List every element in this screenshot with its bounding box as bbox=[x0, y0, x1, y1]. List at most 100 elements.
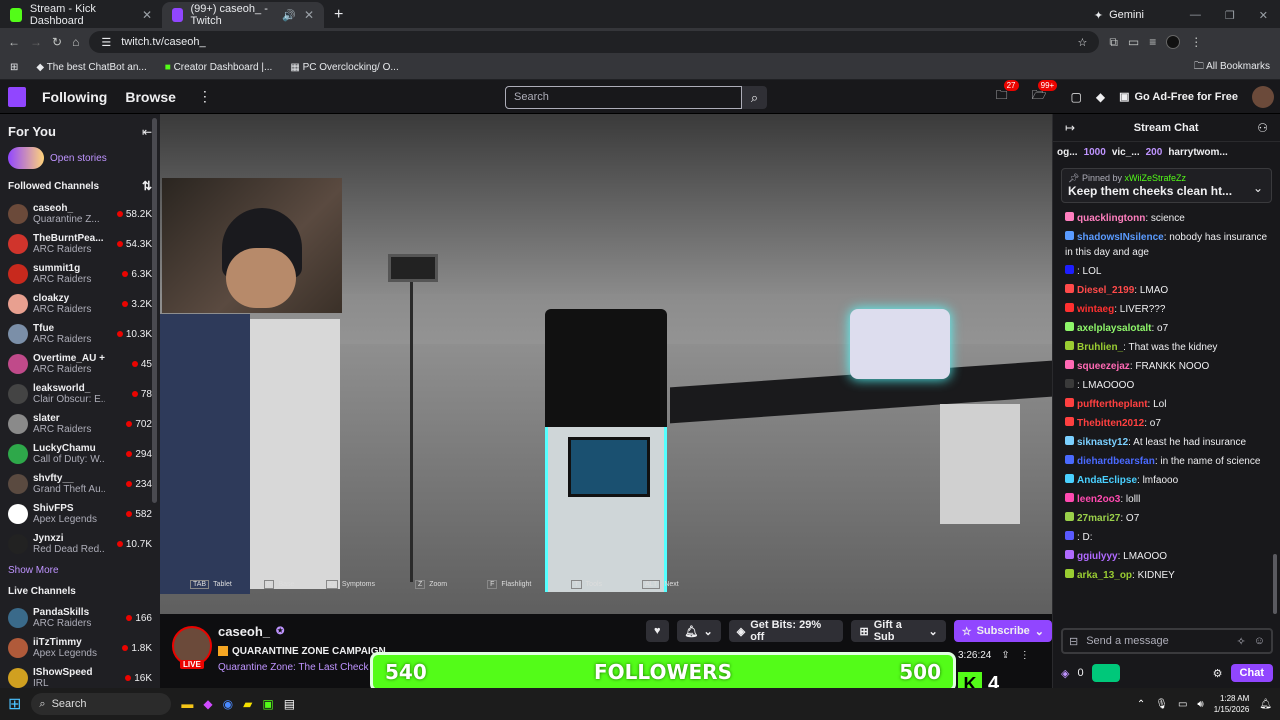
chat-username[interactable]: AndaEclipse bbox=[1077, 475, 1137, 486]
chat-username[interactable]: arka_13_op bbox=[1077, 570, 1132, 581]
sidebar-channel[interactable]: IShowSpeed IRL 16K bbox=[8, 663, 152, 688]
collapse-chat-icon[interactable]: ↦ bbox=[1065, 121, 1075, 135]
gemini-icon[interactable]: ✦ bbox=[1094, 9, 1103, 22]
follow-heart-button[interactable]: ♥ bbox=[646, 620, 669, 642]
chat-username[interactable]: wintaeg bbox=[1077, 304, 1114, 315]
app-icon[interactable]: ◆ bbox=[203, 697, 212, 711]
chat-username[interactable]: pufftertheplant bbox=[1077, 399, 1148, 410]
more-options-icon[interactable]: ⋮ bbox=[1020, 650, 1030, 661]
chat-send-button[interactable]: Chat bbox=[1230, 664, 1273, 682]
community-icon[interactable]: ⚇ bbox=[1257, 121, 1268, 135]
chat-username[interactable]: 27mari27 bbox=[1077, 513, 1120, 524]
sidebar-channel[interactable]: LuckyChamu Call of Duty: W... 294 bbox=[8, 439, 152, 469]
site-info-icon[interactable]: ☰ bbox=[101, 36, 111, 49]
forward-icon[interactable]: → bbox=[30, 35, 42, 49]
channel-points-icon[interactable]: ◈ bbox=[1061, 667, 1069, 680]
chrome-icon[interactable]: ◉ bbox=[223, 697, 233, 711]
search-input[interactable]: Search bbox=[505, 86, 742, 109]
inbox-icon[interactable]: 🗀 27 bbox=[996, 80, 1019, 107]
sidebar-channel[interactable]: TheBurntPea... ARC Raiders 54.3K bbox=[8, 229, 152, 259]
sidebar-channel[interactable]: Jynxzi Red Dead Red... 10.7K bbox=[8, 529, 152, 559]
all-bookmarks[interactable]: 🗀 All Bookmarks bbox=[1194, 59, 1270, 76]
profile-avatar[interactable] bbox=[1166, 35, 1181, 49]
tray-chevron-icon[interactable]: ⌃ bbox=[1137, 699, 1145, 710]
bookmark-creator-dashboard[interactable]: ■ Creator Dashboard |... bbox=[165, 62, 273, 73]
sidebar-channel[interactable]: Tfue ARC Raiders 10.3K bbox=[8, 319, 152, 349]
chat-bubble-icon[interactable]: ▢ bbox=[1071, 90, 1082, 104]
bits-cheer-icon[interactable]: ✧ bbox=[1237, 635, 1246, 648]
nav-browse[interactable]: Browse bbox=[125, 89, 176, 105]
chat-username[interactable]: leen2oo3 bbox=[1077, 494, 1120, 505]
sidebar-channel[interactable]: cloakzy ARC Raiders 3.2K bbox=[8, 289, 152, 319]
taskbar-search[interactable]: ⌕ Search bbox=[31, 693, 172, 715]
chat-username[interactable]: siknasty12 bbox=[1077, 437, 1128, 448]
chat-username[interactable]: shadowsINsilence bbox=[1077, 232, 1164, 243]
back-icon[interactable]: ← bbox=[8, 35, 20, 49]
clock[interactable]: 1:28 AM 1/15/2026 bbox=[1214, 693, 1250, 715]
sidebar-scrollbar[interactable] bbox=[152, 118, 157, 503]
twitch-logo-icon[interactable] bbox=[8, 86, 26, 107]
file-explorer-icon[interactable]: ▬ bbox=[181, 697, 193, 711]
sidebar-channel[interactable]: shvfty__ Grand Theft Au... 234 bbox=[8, 469, 152, 499]
chat-scrollbar[interactable] bbox=[1273, 554, 1277, 614]
windows-start-icon[interactable]: ⊞ bbox=[8, 694, 21, 714]
channel-points-claim-button[interactable] bbox=[1091, 664, 1120, 682]
user-avatar[interactable] bbox=[1252, 85, 1274, 108]
microphone-icon[interactable]: 🎙︎ bbox=[1155, 699, 1168, 710]
sidebar-channel[interactable]: slater ARC Raiders 702 bbox=[8, 409, 152, 439]
chat-username[interactable]: axelplaysalotalt bbox=[1077, 323, 1151, 334]
leaderboard-entry[interactable]: 1000 bbox=[1084, 147, 1106, 158]
chat-username[interactable]: Bruhlien_ bbox=[1077, 342, 1123, 353]
gift-sub-button[interactable]: ⊞ Gift a Sub ⌄ bbox=[851, 619, 946, 643]
leaderboard-entry[interactable]: og... bbox=[1057, 147, 1078, 158]
bookmark-chatbot[interactable]: ◆ The best ChatBot an... bbox=[36, 62, 146, 73]
chat-username[interactable]: Diesel_2199 bbox=[1077, 285, 1134, 296]
share-icon[interactable]: ⇪ bbox=[1001, 650, 1009, 661]
whispers-icon[interactable]: 🗁 99+ bbox=[1032, 80, 1058, 107]
gemini-label[interactable]: Gemini bbox=[1109, 9, 1144, 21]
video-player[interactable]: TAB Tablet B Base Q Symptoms Z Zoom F Fl… bbox=[160, 114, 1052, 614]
speaker-icon[interactable]: 🔊 bbox=[282, 9, 296, 22]
chat-username[interactable]: squeezejaz bbox=[1077, 361, 1130, 372]
new-tab-icon[interactable]: + bbox=[334, 6, 343, 24]
chat-username[interactable]: diehardbearsfan bbox=[1077, 456, 1155, 467]
minimize-icon[interactable]: — bbox=[1190, 9, 1201, 21]
volume-icon[interactable]: 🔊︎ bbox=[1197, 699, 1203, 710]
chat-username[interactable]: ggiulyyy bbox=[1077, 551, 1118, 562]
bits-icon[interactable]: ◆ bbox=[1096, 90, 1105, 104]
get-bits-button[interactable]: ◈ Get Bits: 29% off bbox=[728, 619, 844, 643]
url-field[interactable]: ☰ twitch.tv/caseoh_ ☆ bbox=[89, 31, 1100, 53]
leaderboard-entry[interactable]: harrytwom... bbox=[1168, 147, 1227, 158]
bookmark-star-icon[interactable]: ☆ bbox=[1077, 36, 1087, 49]
obs-icon[interactable]: ▣ bbox=[262, 697, 273, 711]
go-ad-free-button[interactable]: ▣ Go Ad-Free for Free bbox=[1119, 90, 1238, 104]
show-more-link[interactable]: Show More bbox=[8, 565, 152, 576]
reload-icon[interactable]: ↻ bbox=[52, 35, 62, 49]
close-icon[interactable]: ✕ bbox=[142, 8, 152, 22]
send-message-input[interactable]: ⊟ Send a message ✧ ☺ bbox=[1061, 628, 1273, 654]
sidebar-channel[interactable]: summit1g ARC Raiders 6.3K bbox=[8, 259, 152, 289]
window-close-icon[interactable]: ✕ bbox=[1259, 9, 1268, 22]
hype-leaderboard[interactable]: og... 1000 vic_... 200 harrytwom... bbox=[1053, 142, 1280, 162]
extensions-icon[interactable]: ⧉ bbox=[1109, 35, 1118, 50]
bookmark-pc-overclocking[interactable]: ▦ PC Overclocking/ O... bbox=[290, 62, 398, 73]
streamer-name[interactable]: caseoh_ bbox=[218, 624, 270, 639]
sidebar-channel[interactable]: ShivFPS Apex Legends 582 bbox=[8, 499, 152, 529]
pinned-message[interactable]: 📌︎ Pinned by xWiiZeStrafeZz Keep them ch… bbox=[1061, 168, 1272, 203]
menu-dots-icon[interactable]: ⋮ bbox=[1190, 35, 1202, 49]
emote-icon[interactable]: ☺ bbox=[1254, 635, 1265, 647]
cast-icon[interactable]: ▭ bbox=[1128, 35, 1139, 49]
home-icon[interactable]: ⌂ bbox=[72, 35, 79, 49]
browser-tab-kick[interactable]: Stream - Kick Dashboard ✕ bbox=[0, 2, 162, 28]
open-stories[interactable]: Open stories bbox=[8, 147, 152, 169]
close-icon[interactable]: ✕ bbox=[304, 8, 314, 22]
sidebar-channel[interactable]: Overtime_AU +1 ARC Raiders 45 bbox=[8, 349, 152, 379]
nav-following[interactable]: Following bbox=[42, 89, 107, 105]
sort-icon[interactable]: ⇅ bbox=[142, 179, 152, 193]
network-icon[interactable]: ▭ bbox=[1178, 699, 1187, 710]
notifications-button[interactable]: 🔔︎ ⌄ bbox=[676, 620, 721, 642]
sidebar-channel[interactable]: PandaSkills ARC Raiders 166 bbox=[8, 603, 152, 633]
stream-category[interactable]: Quarantine Zone: The Last Check bbox=[218, 662, 368, 673]
leaderboard-entry[interactable]: vic_... bbox=[1112, 147, 1140, 158]
chevron-down-icon[interactable]: ⌄ bbox=[1253, 181, 1263, 195]
